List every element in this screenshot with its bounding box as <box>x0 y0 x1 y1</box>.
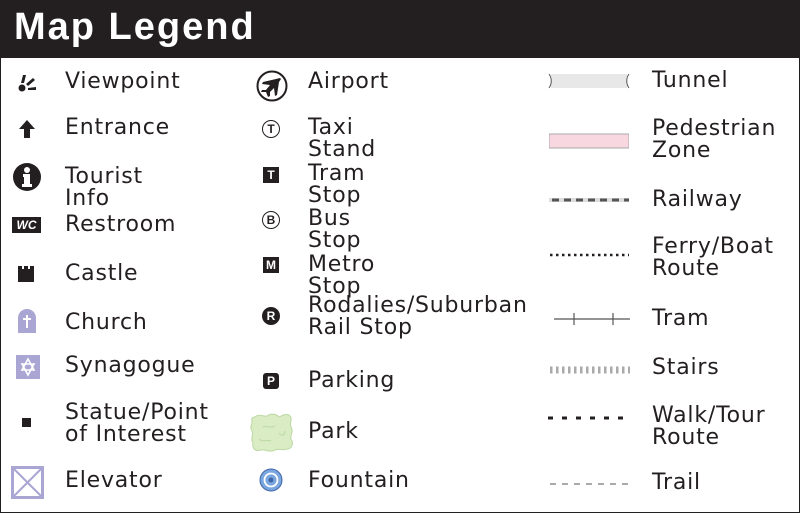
legend-label: Park <box>308 419 359 444</box>
trail-line-icon <box>550 481 630 487</box>
restroom-wc-icon: WC <box>12 217 41 233</box>
legend-title: Map Legend <box>14 6 256 48</box>
synagogue-icon <box>16 355 40 379</box>
legend-label: Statue/Point of Interest <box>65 400 209 447</box>
legend-label: Rodalies/Suburban Rail Stop <box>308 293 528 340</box>
legend-label: Bus Stop <box>308 206 362 253</box>
ferry-route-line-icon <box>549 252 629 258</box>
legend-label: Tunnel <box>652 68 729 93</box>
legend-label: Restroom <box>65 212 177 237</box>
legend-label: Airport <box>308 69 389 94</box>
legend-label: Ferry/Boat Route <box>652 234 774 281</box>
rodalies-icon: R <box>262 307 280 325</box>
legend-label: Tram <box>652 306 710 331</box>
railway-line-icon <box>549 196 629 204</box>
legend-label: Parking <box>308 368 396 393</box>
tunnel-line-icon <box>547 72 631 90</box>
legend-label: Railway <box>652 187 743 212</box>
legend-label: Taxi Stand <box>308 115 376 162</box>
tram-stop-icon: T <box>263 167 279 183</box>
airport-icon <box>256 70 288 102</box>
legend-label: Entrance <box>65 115 170 140</box>
legend-label: Church <box>65 310 148 335</box>
legend-label: Metro Stop <box>308 252 376 299</box>
park-icon <box>249 413 295 453</box>
taxi-stand-icon: T <box>262 120 280 138</box>
stairs-line-icon <box>550 366 630 374</box>
statue-point-icon <box>22 418 31 427</box>
tourist-info-icon <box>12 162 42 192</box>
legend-label: Viewpoint <box>65 69 181 94</box>
legend-label: Tourist Info <box>65 164 143 211</box>
entrance-arrow-icon <box>16 118 38 140</box>
legend-label: Castle <box>65 261 139 286</box>
legend-label: Tram Stop <box>308 161 366 208</box>
elevator-icon <box>11 466 44 499</box>
viewpoint-icon <box>16 72 40 94</box>
legend-label: Stairs <box>652 355 720 380</box>
bus-stop-icon: B <box>262 211 280 229</box>
legend-label: Walk/Tour Route <box>652 403 766 450</box>
church-icon <box>16 308 38 334</box>
legend-label: Pedestrian Zone <box>652 116 777 163</box>
metro-stop-icon: M <box>263 257 279 273</box>
legend-label: Elevator <box>65 468 163 493</box>
parking-icon: P <box>263 373 279 389</box>
tram-line-icon <box>554 312 632 326</box>
legend-label: Synagogue <box>65 353 196 378</box>
legend-label: Trail <box>652 470 701 495</box>
legend-header: Map Legend <box>0 0 800 58</box>
castle-icon <box>17 265 35 283</box>
pedestrian-zone-icon <box>549 133 629 149</box>
fountain-icon <box>259 468 283 492</box>
walk-tour-route-line-icon <box>548 415 632 421</box>
legend-label: Fountain <box>308 468 410 493</box>
